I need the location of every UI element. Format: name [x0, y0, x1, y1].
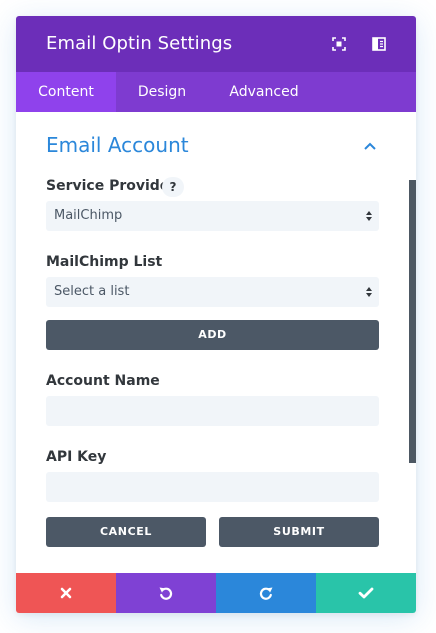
- redo-icon: [259, 587, 273, 600]
- modal-footer: [16, 573, 416, 613]
- account-name-input[interactable]: [46, 396, 379, 426]
- submit-button[interactable]: SUBMIT: [219, 517, 379, 547]
- modal-header: Email Optin Settings: [16, 16, 416, 72]
- chevron-up-icon[interactable]: [362, 138, 378, 152]
- discard-button[interactable]: [16, 573, 116, 613]
- scrollbar[interactable]: [409, 180, 416, 463]
- service-provider-label: Service Provider: [46, 178, 177, 194]
- mailchimp-list-value: Select a list: [54, 284, 130, 299]
- save-button[interactable]: [316, 573, 416, 613]
- tab-advanced[interactable]: Advanced: [208, 72, 320, 112]
- mailchimp-list-label: MailChimp List: [46, 254, 163, 270]
- cancel-button[interactable]: CANCEL: [46, 517, 206, 547]
- account-name-label: Account Name: [46, 373, 160, 389]
- sidebar-toggle-icon[interactable]: [370, 35, 388, 53]
- tab-bar: Content Design Advanced: [16, 72, 416, 112]
- modal-title: Email Optin Settings: [46, 33, 233, 54]
- add-button[interactable]: ADD: [46, 320, 379, 350]
- service-provider-select[interactable]: MailChimp: [46, 201, 379, 231]
- api-key-label: API Key: [46, 449, 107, 465]
- mailchimp-list-select[interactable]: Select a list: [46, 277, 379, 307]
- check-icon: [358, 587, 374, 599]
- undo-icon: [159, 587, 173, 600]
- undo-button[interactable]: [116, 573, 216, 613]
- help-button[interactable]: ?: [162, 177, 184, 197]
- select-arrows-icon: [366, 211, 372, 221]
- expand-icon[interactable]: [330, 35, 348, 53]
- section-title[interactable]: Email Account: [46, 132, 189, 158]
- tab-design[interactable]: Design: [116, 72, 208, 112]
- tab-content[interactable]: Content: [16, 72, 116, 112]
- select-arrows-icon: [366, 287, 372, 297]
- email-optin-settings-modal: Email Optin Settings Content Design Adva…: [16, 16, 416, 613]
- redo-button[interactable]: [216, 573, 316, 613]
- service-provider-value: MailChimp: [54, 208, 123, 223]
- close-icon: [60, 587, 72, 599]
- api-key-input[interactable]: [46, 472, 379, 502]
